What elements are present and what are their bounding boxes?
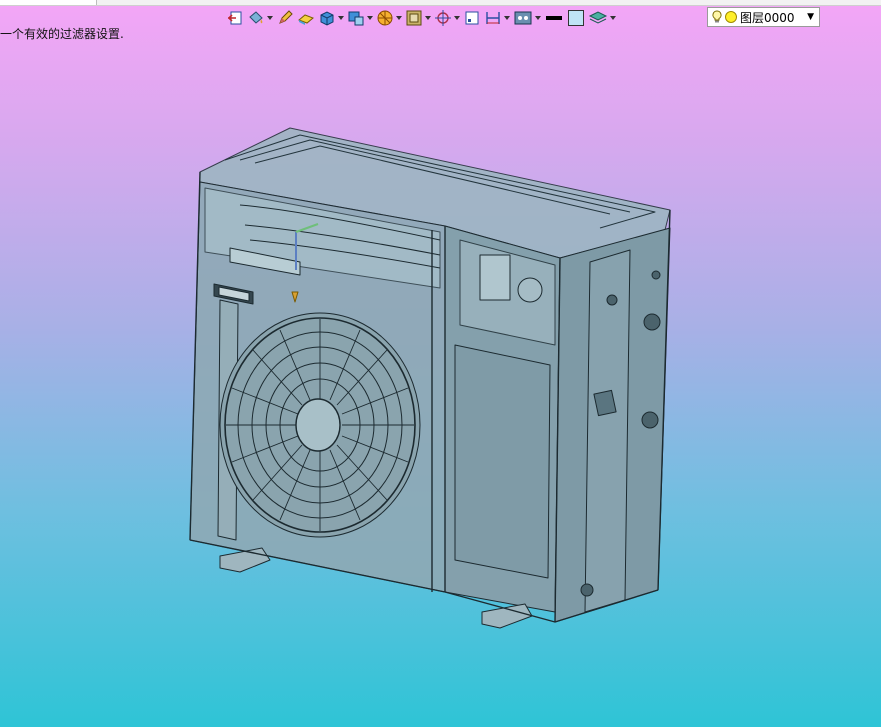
outdoor-unit-3d-model[interactable] [0,0,881,727]
